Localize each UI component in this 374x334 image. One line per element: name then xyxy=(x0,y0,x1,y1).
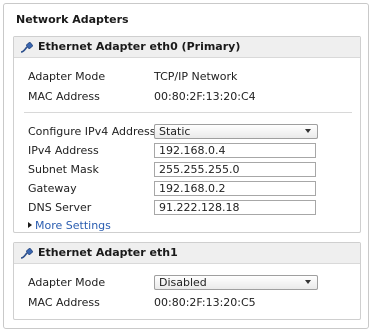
adapter-mode-value: TCP/IP Network xyxy=(154,70,238,83)
subnet-mask-label: Subnet Mask xyxy=(28,163,99,176)
mac-address-value: 00:80:2F:13:20:C4 xyxy=(154,90,256,103)
panel-title: Network Adapters xyxy=(16,13,129,26)
dns-server-label: DNS Server xyxy=(28,201,92,214)
ipv4-address-label: IPv4 Address xyxy=(28,144,99,157)
configure-ipv4-selected: Static xyxy=(159,125,191,138)
adapter-mode-label: Adapter Mode xyxy=(28,70,106,83)
network-adapters-panel: Network Adapters Ethernet Adapter eth0 (… xyxy=(3,3,369,329)
adapter-eth0-section: Ethernet Adapter eth0 (Primary) Adapter … xyxy=(13,36,361,233)
more-settings-label: More Settings xyxy=(35,219,111,232)
expand-arrow-icon xyxy=(28,222,32,228)
adapter-eth1-title: Ethernet Adapter eth1 xyxy=(38,246,178,259)
adapter-eth1-header: Ethernet Adapter eth1 xyxy=(14,243,360,264)
more-settings-link[interactable]: More Settings xyxy=(28,219,111,232)
configure-ipv4-select[interactable]: Static xyxy=(154,124,318,139)
adapter-eth1-section: Ethernet Adapter eth1 Adapter Mode Disab… xyxy=(13,242,361,320)
adapter-mode-selected: Disabled xyxy=(159,276,207,289)
mac-address-label: MAC Address xyxy=(28,296,100,309)
adapter-mode-label: Adapter Mode xyxy=(28,276,106,289)
section-divider xyxy=(24,112,352,113)
mac-address-value: 00:80:2F:13:20:C5 xyxy=(154,296,256,309)
ipv4-address-input[interactable]: 192.168.0.4 xyxy=(154,143,316,158)
ethernet-cable-icon xyxy=(20,42,33,53)
chevron-down-icon xyxy=(305,129,311,133)
dns-server-input[interactable]: 91.222.128.18 xyxy=(154,200,316,215)
ethernet-cable-icon xyxy=(20,248,33,259)
adapter-eth0-title: Ethernet Adapter eth0 (Primary) xyxy=(38,40,241,53)
configure-ipv4-label: Configure IPv4 Address xyxy=(28,125,156,138)
mac-address-label: MAC Address xyxy=(28,90,100,103)
chevron-down-icon xyxy=(305,280,311,284)
subnet-mask-input[interactable]: 255.255.255.0 xyxy=(154,162,316,177)
adapter-eth0-header: Ethernet Adapter eth0 (Primary) xyxy=(14,37,360,58)
adapter-mode-select[interactable]: Disabled xyxy=(154,275,318,290)
gateway-label: Gateway xyxy=(28,182,77,195)
gateway-input[interactable]: 192.168.0.2 xyxy=(154,181,316,196)
